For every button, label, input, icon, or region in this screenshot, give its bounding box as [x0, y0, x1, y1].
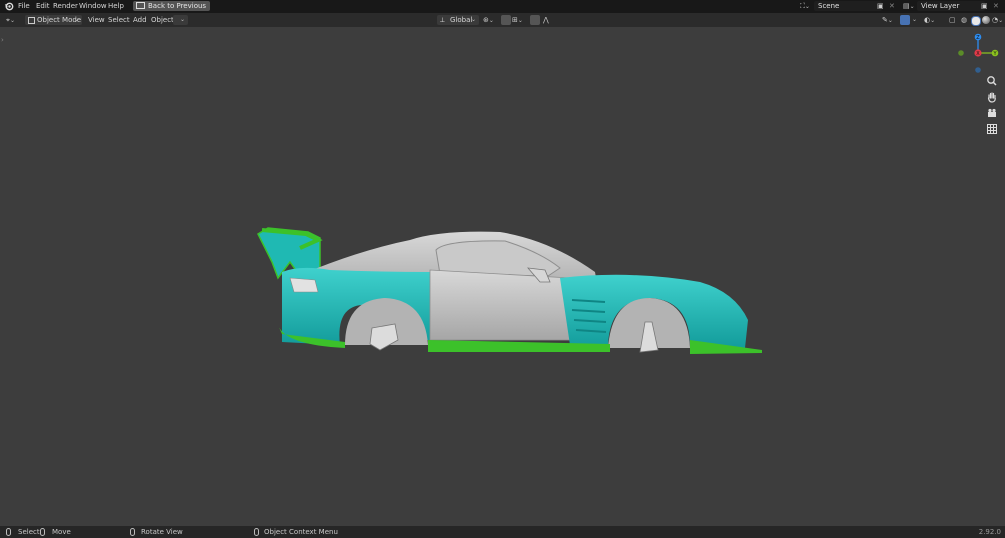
menu-render[interactable]: Render — [51, 1, 80, 11]
status-move: Move — [52, 528, 71, 536]
menu-help[interactable]: Help — [106, 1, 126, 11]
car-model[interactable] — [250, 220, 770, 360]
status-context-menu: Object Context Menu — [264, 528, 338, 536]
menu-window[interactable]: Window — [77, 1, 109, 11]
toolbar-expand-icon[interactable]: › — [1, 35, 4, 45]
right-mouse-icon — [254, 528, 259, 536]
chevron-down-icon: ⌄ — [179, 16, 185, 23]
camera-view-button[interactable] — [985, 106, 999, 120]
zoom-button[interactable] — [985, 74, 999, 88]
object-mode-icon — [28, 17, 35, 24]
view-layer-icon[interactable]: ▤⌄ — [903, 1, 915, 12]
left-mouse-icon — [6, 528, 11, 536]
new-scene-icon[interactable]: ▣ — [877, 1, 884, 11]
snap-toggle-icon[interactable] — [501, 15, 511, 25]
snap-target-icon[interactable]: ⊞⌄ — [512, 15, 523, 26]
pivot-point-icon[interactable]: ⊛⌄ — [483, 15, 494, 26]
perspective-toggle-button[interactable] — [985, 122, 999, 136]
version-label: 2.92.0 — [978, 528, 1001, 536]
close-scene-icon[interactable]: ✕ — [889, 1, 895, 11]
gizmo-neg-z-axis[interactable] — [975, 67, 981, 73]
menu-edit[interactable]: Edit — [34, 1, 52, 11]
close-view-layer-icon[interactable]: ✕ — [993, 1, 999, 11]
status-bar: Select Move Rotate View Object Context M… — [0, 526, 1005, 538]
navigation-gizmo[interactable]: Z X Y — [953, 29, 1003, 79]
scene-name-field[interactable]: Scene — [814, 1, 882, 11]
viewport-header: ⌖⌄ Object Mode ⌄ View Select Add Object … — [0, 13, 1005, 27]
solid-shading-icon[interactable] — [971, 16, 981, 26]
pan-button[interactable] — [985, 90, 999, 104]
status-rotate-view: Rotate View — [141, 528, 183, 536]
screen-icon — [136, 2, 145, 9]
hand-icon — [987, 92, 996, 103]
orientation-icon: ⟂ — [440, 16, 445, 24]
gizmo-dropdown-icon[interactable]: ⌄ — [912, 15, 917, 25]
chevron-down-icon: ⌄ — [470, 16, 476, 23]
zoom-icon — [987, 76, 997, 86]
gizmo-x-label: X — [976, 51, 980, 57]
gizmo-neg-y-axis[interactable] — [958, 50, 964, 56]
menu-view[interactable]: View — [88, 15, 105, 25]
overlay-toggle-icon[interactable]: ◐⌄ — [924, 15, 935, 26]
object-extra-dropdown[interactable]: ⌄ — [173, 15, 188, 25]
material-shading-icon[interactable] — [982, 16, 990, 24]
new-view-layer-icon[interactable]: ▣ — [981, 1, 988, 11]
mode-dropdown[interactable]: Object Mode ⌄ — [25, 15, 82, 25]
rendered-shading-icon[interactable]: ◔⌄ — [992, 15, 1003, 26]
visibility-filter-icon[interactable]: ✎⌄ — [882, 15, 893, 26]
status-select: Select — [18, 528, 40, 536]
gizmo-toggle-icon[interactable] — [900, 15, 910, 25]
back-to-previous-label: Back to Previous — [148, 2, 207, 10]
camera-icon — [988, 108, 996, 117]
view-layer-field[interactable]: View Layer — [917, 1, 985, 11]
orientation-label: Global — [450, 16, 473, 24]
rear-suspension — [369, 323, 399, 351]
grid-icon — [987, 124, 997, 134]
editor-type-icon[interactable]: ⌖⌄ — [6, 15, 15, 26]
menu-file[interactable]: File — [16, 1, 32, 11]
3d-viewport[interactable]: › Z X Y — [0, 27, 1005, 526]
wireframe-shading-icon[interactable]: ◍ — [961, 15, 967, 25]
tail-light — [289, 277, 319, 293]
scene-icon[interactable]: ⛶⌄ — [800, 1, 810, 12]
view-layer-label: View Layer — [921, 2, 960, 10]
drag-mouse-icon — [40, 528, 45, 536]
menu-select[interactable]: Select — [108, 15, 130, 25]
falloff-icon[interactable]: ⋀ — [543, 15, 549, 25]
top-bar: File Edit Render Window Help Back to Pre… — [0, 0, 1005, 13]
back-to-previous-button[interactable]: Back to Previous — [133, 1, 211, 11]
gizmo-z-label: Z — [976, 35, 980, 41]
scene-name-label: Scene — [818, 2, 840, 10]
door-panel — [429, 269, 576, 341]
menu-add[interactable]: Add — [133, 15, 147, 25]
menu-object[interactable]: Object — [151, 15, 174, 25]
orientation-dropdown[interactable]: ⟂ Global ⌄ — [437, 15, 479, 25]
xray-toggle-icon[interactable]: ▢ — [949, 15, 956, 25]
proportional-edit-icon[interactable] — [530, 15, 540, 25]
chevron-down-icon: ⌄ — [73, 16, 79, 23]
middle-mouse-icon — [130, 528, 135, 536]
